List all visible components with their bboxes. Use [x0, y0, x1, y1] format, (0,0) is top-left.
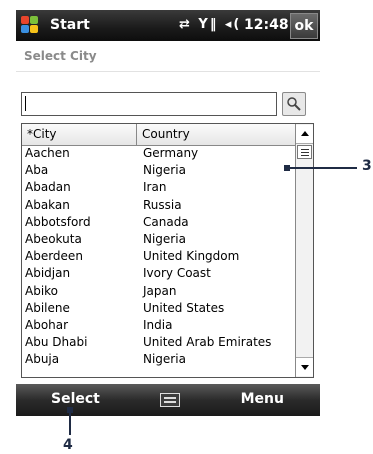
search-button[interactable]: [282, 92, 306, 116]
callout-4-leader: [69, 413, 71, 435]
callout-4-label: 4: [63, 437, 73, 453]
list-item[interactable]: Abidjan Ivory Coast: [22, 266, 295, 283]
arrow-down-icon: [301, 365, 309, 370]
menu-bar: Select Menu: [16, 384, 320, 416]
vertical-scrollbar[interactable]: [295, 124, 313, 377]
list-item[interactable]: Abohar India: [22, 318, 295, 335]
list-header: *City Country: [22, 124, 295, 146]
windows-start-icon[interactable]: [21, 16, 39, 34]
ok-button[interactable]: ok: [290, 13, 318, 39]
list-item[interactable]: Abakan Russia: [22, 198, 295, 215]
scroll-up-button[interactable]: [296, 125, 313, 144]
page-title: Select City: [24, 49, 97, 63]
column-header-country[interactable]: Country: [137, 124, 295, 145]
list-item[interactable]: Abuja Nigeria: [22, 352, 295, 369]
list-item[interactable]: Abadan Iran: [22, 180, 295, 197]
page-header: Select City: [16, 41, 320, 72]
list-item[interactable]: Abbotsford Canada: [22, 215, 295, 232]
scroll-down-button[interactable]: [296, 357, 313, 376]
list-item[interactable]: Abu Dhabi United Arab Emirates: [22, 335, 295, 352]
app-title[interactable]: Start: [50, 17, 90, 33]
search-icon: [287, 97, 301, 111]
callout-3-label: 3: [362, 158, 372, 174]
list-item[interactable]: Aachen Germany: [22, 146, 295, 163]
keyboard-icon[interactable]: [160, 393, 180, 407]
list-item[interactable]: Abilene United States: [22, 301, 295, 318]
list-rows: Aachen Germany Aba Nigeria Abadan Iran Abak…: [22, 146, 295, 369]
menu-softkey[interactable]: Menu: [241, 391, 284, 407]
arrow-up-icon: [301, 131, 309, 136]
list-item[interactable]: Abiko Japan: [22, 284, 295, 301]
list-item[interactable]: Aba Nigeria: [22, 163, 295, 180]
city-list[interactable]: *City Country Aachen Germany Aba Nigeria A…: [21, 123, 314, 378]
scroll-thumb[interactable]: [297, 145, 312, 159]
connectivity-signal-volume-icons[interactable]: ⇄ Y‖ ◂(: [179, 17, 241, 32]
list-item[interactable]: Aberdeen United Kingdom: [22, 249, 295, 266]
list-item[interactable]: Abeokuta Nigeria: [22, 232, 295, 249]
column-header-city[interactable]: *City: [22, 124, 137, 145]
title-bar: Start ⇄ Y‖ ◂( 12:48 ok: [16, 10, 320, 41]
callout-3-leader: [290, 167, 357, 169]
clock[interactable]: 12:48: [244, 17, 289, 33]
select-softkey[interactable]: Select: [51, 391, 100, 407]
text-caret: [25, 96, 26, 111]
search-input[interactable]: [21, 92, 277, 116]
device-screen: Start ⇄ Y‖ ◂( 12:48 ok Select City *City…: [16, 10, 320, 416]
